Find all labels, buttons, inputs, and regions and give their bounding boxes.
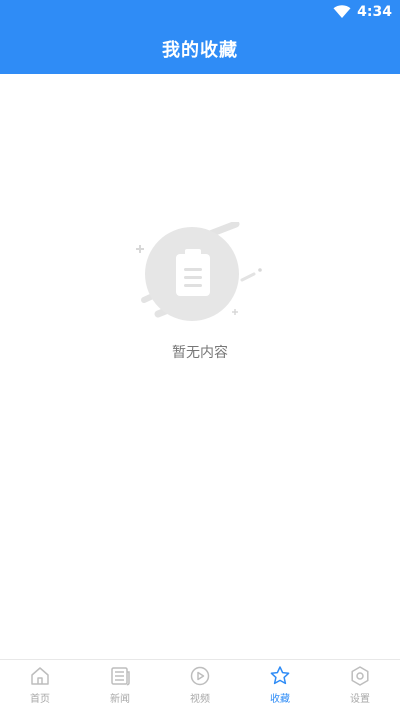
nav-label-video: 视频 — [190, 694, 210, 705]
empty-clipboard-illustration — [136, 222, 262, 321]
empty-state: 暂无内容 — [0, 222, 400, 362]
favorites-content: 暂无内容 — [0, 74, 400, 660]
page-title: 我的收藏 — [162, 40, 238, 61]
nav-label-news: 新闻 — [110, 694, 130, 705]
nav-label-settings: 设置 — [350, 694, 370, 705]
settings-icon — [351, 666, 369, 686]
empty-message: 暂无内容 — [172, 345, 228, 361]
video-icon — [190, 666, 210, 686]
nav-item-favorites[interactable]: 收藏 — [240, 660, 320, 710]
wifi-icon — [333, 5, 351, 18]
nav-label-favorites: 收藏 — [270, 694, 290, 705]
nav-label-home: 首页 — [30, 694, 50, 705]
home-icon — [31, 667, 49, 685]
status-bar: 4:34 — [0, 0, 400, 24]
star-icon — [270, 666, 290, 685]
nav-item-home[interactable]: 首页 — [0, 660, 80, 710]
bottom-navigation: 首页 新闻 视频 收藏 设置 — [0, 659, 400, 710]
status-time: 4:34 — [357, 4, 392, 20]
nav-item-video[interactable]: 视频 — [160, 660, 240, 710]
app-header: 4:34 我的收藏 — [0, 0, 400, 74]
title-bar: 我的收藏 — [0, 24, 400, 74]
nav-item-news[interactable]: 新闻 — [80, 660, 160, 710]
status-indicators: 4:34 — [333, 3, 392, 21]
nav-item-settings[interactable]: 设置 — [320, 660, 400, 710]
news-icon — [111, 667, 130, 686]
